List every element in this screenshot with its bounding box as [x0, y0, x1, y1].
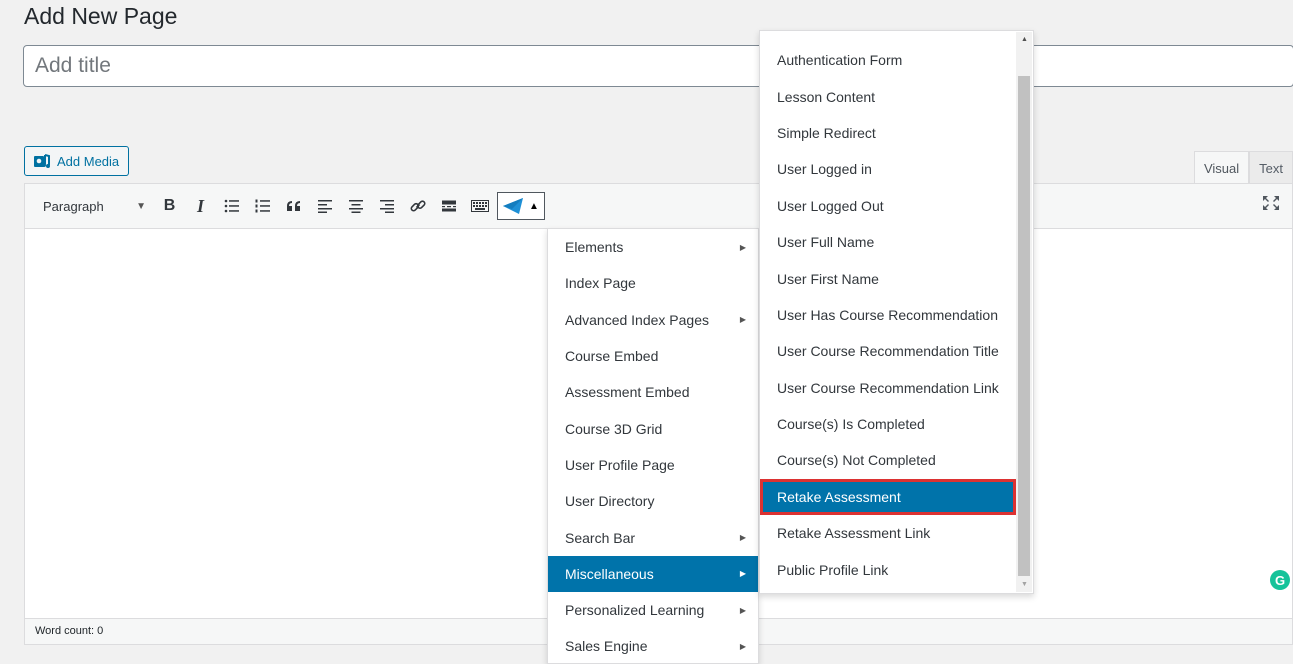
- submenu-item-lesson-content[interactable]: Lesson Content: [760, 78, 1016, 114]
- read-more-button[interactable]: [433, 191, 464, 221]
- tab-text[interactable]: Text: [1249, 151, 1293, 184]
- submenu-item-user-course-recommendation-title[interactable]: User Course Recommendation Title: [760, 333, 1016, 369]
- align-right-icon: [379, 200, 394, 213]
- scrollbar-thumb[interactable]: [1018, 76, 1030, 576]
- toolbar-toggle-button[interactable]: [464, 191, 495, 221]
- scroll-up-icon[interactable]: ▲: [1021, 36, 1028, 43]
- menu-item-course-embed[interactable]: Course Embed: [548, 338, 758, 374]
- align-left-button[interactable]: [309, 191, 340, 221]
- bullet-list-icon: [224, 199, 239, 213]
- editor-toolbar: Paragraph ▼ B I ▲: [25, 184, 1292, 229]
- submenu-item-courses-not-completed[interactable]: Course(s) Not Completed: [760, 442, 1016, 478]
- submenu-item-retake-assessment[interactable]: Retake Assessment: [760, 478, 1016, 516]
- submenu-item-user-has-course-recommendation[interactable]: User Has Course Recommendation: [760, 297, 1016, 333]
- menu-item-label: Elements: [565, 239, 624, 256]
- submenu-item-user-full-name[interactable]: User Full Name: [760, 224, 1016, 260]
- align-center-button[interactable]: [340, 191, 371, 221]
- quote-icon: [286, 201, 300, 211]
- bullet-list-button[interactable]: [216, 191, 247, 221]
- bold-button[interactable]: B: [154, 191, 185, 221]
- submenu-item-public-profile-link[interactable]: Public Profile Link: [760, 551, 1016, 587]
- submenu-item-user-first-name[interactable]: User First Name: [760, 260, 1016, 296]
- menu-item-label: User Profile Page: [565, 456, 675, 473]
- fullscreen-icon: [1263, 196, 1279, 210]
- menu-item-advanced-index-pages[interactable]: Advanced Index Pages ▶: [548, 302, 758, 338]
- menu-item-miscellaneous[interactable]: Miscellaneous ▶: [548, 555, 758, 592]
- caret-down-icon: ▼: [136, 200, 146, 212]
- menu-item-personalized-learning[interactable]: Personalized Learning ▶: [548, 592, 758, 628]
- title-input[interactable]: [23, 45, 1293, 87]
- menu-item-elements[interactable]: Elements ▶: [548, 229, 758, 265]
- menu-item-label: Index Page: [565, 275, 636, 292]
- submenu-scrollbar[interactable]: ▲ ▼: [1016, 32, 1032, 592]
- menu-item-search-bar[interactable]: Search Bar ▶: [548, 519, 758, 555]
- grammarly-icon[interactable]: G: [1270, 570, 1290, 590]
- align-right-button[interactable]: [371, 191, 402, 221]
- submenu-item-user-logged-out[interactable]: User Logged Out: [760, 188, 1016, 224]
- submenu-item-user-course-recommendation-link[interactable]: User Course Recommendation Link: [760, 370, 1016, 406]
- menu-item-user-directory[interactable]: User Directory: [548, 483, 758, 519]
- menu-item-label: Assessment Embed: [565, 384, 690, 401]
- link-icon: [410, 200, 426, 212]
- shortcode-plugin-button[interactable]: ▲: [497, 192, 545, 220]
- submenu-arrow-icon: ▶: [739, 533, 746, 543]
- menu-item-label: Course 3D Grid: [565, 420, 663, 437]
- menu-item-sales-engine[interactable]: Sales Engine ▶: [548, 628, 758, 664]
- miscellaneous-submenu: Authentication Form Lesson Content Simpl…: [759, 30, 1034, 594]
- menu-item-index-page[interactable]: Index Page: [548, 265, 758, 301]
- submenu-arrow-icon: ▶: [739, 242, 746, 252]
- format-select[interactable]: Paragraph ▼: [34, 192, 154, 220]
- submenu-item-retake-assessment-link[interactable]: Retake Assessment Link: [760, 515, 1016, 551]
- submenu-arrow-icon: ▶: [739, 605, 746, 615]
- menu-item-label: Miscellaneous: [565, 565, 654, 582]
- submenu-item-authentication-form[interactable]: Authentication Form: [760, 42, 1016, 78]
- submenu-arrow-icon: ▶: [739, 569, 746, 579]
- send-arrow-icon: [503, 198, 523, 214]
- menu-item-label: Course Embed: [565, 348, 659, 365]
- shortcode-dropdown-menu: Elements ▶ Index Page Advanced Index Page…: [547, 228, 759, 664]
- editor-tabs: Visual Text: [1193, 151, 1293, 184]
- scroll-down-icon[interactable]: ▼: [1021, 581, 1028, 588]
- submenu-item-simple-redirect[interactable]: Simple Redirect: [760, 115, 1016, 151]
- align-left-icon: [317, 200, 332, 213]
- align-center-icon: [348, 200, 363, 213]
- submenu-arrow-icon: ▶: [739, 641, 746, 651]
- submenu-arrow-icon: ▶: [739, 315, 746, 325]
- menu-item-assessment-embed[interactable]: Assessment Embed: [548, 374, 758, 410]
- menu-item-label: User Directory: [565, 493, 655, 510]
- menu-item-label: Advanced Index Pages: [565, 311, 709, 328]
- add-media-button[interactable]: Add Media: [24, 146, 130, 176]
- menu-item-label: Personalized Learning: [565, 602, 705, 619]
- submenu-item-courses-is-completed[interactable]: Course(s) Is Completed: [760, 406, 1016, 442]
- submenu-item-user-logged-in[interactable]: User Logged in: [760, 151, 1016, 187]
- format-select-value: Paragraph: [43, 198, 104, 214]
- menu-item-label: Sales Engine: [565, 638, 648, 655]
- caret-up-icon: ▲: [529, 200, 539, 212]
- add-media-label: Add Media: [57, 153, 120, 169]
- menu-item-user-profile-page[interactable]: User Profile Page: [548, 447, 758, 483]
- read-more-icon: [441, 200, 456, 212]
- menu-item-course-3d-grid[interactable]: Course 3D Grid: [548, 410, 758, 446]
- submenu-items: Authentication Form Lesson Content Simpl…: [760, 42, 1016, 588]
- insert-link-button[interactable]: [402, 191, 433, 221]
- numbered-list-icon: [255, 199, 270, 213]
- keyboard-icon: [470, 200, 489, 212]
- blockquote-button[interactable]: [278, 191, 309, 221]
- italic-button[interactable]: I: [185, 191, 216, 221]
- numbered-list-button[interactable]: [247, 191, 278, 221]
- page-title: Add New Page: [24, 3, 178, 29]
- media-icon: [33, 153, 51, 169]
- fullscreen-button[interactable]: [1262, 195, 1280, 216]
- tab-visual[interactable]: Visual: [1193, 151, 1250, 184]
- menu-item-label: Search Bar: [565, 529, 636, 546]
